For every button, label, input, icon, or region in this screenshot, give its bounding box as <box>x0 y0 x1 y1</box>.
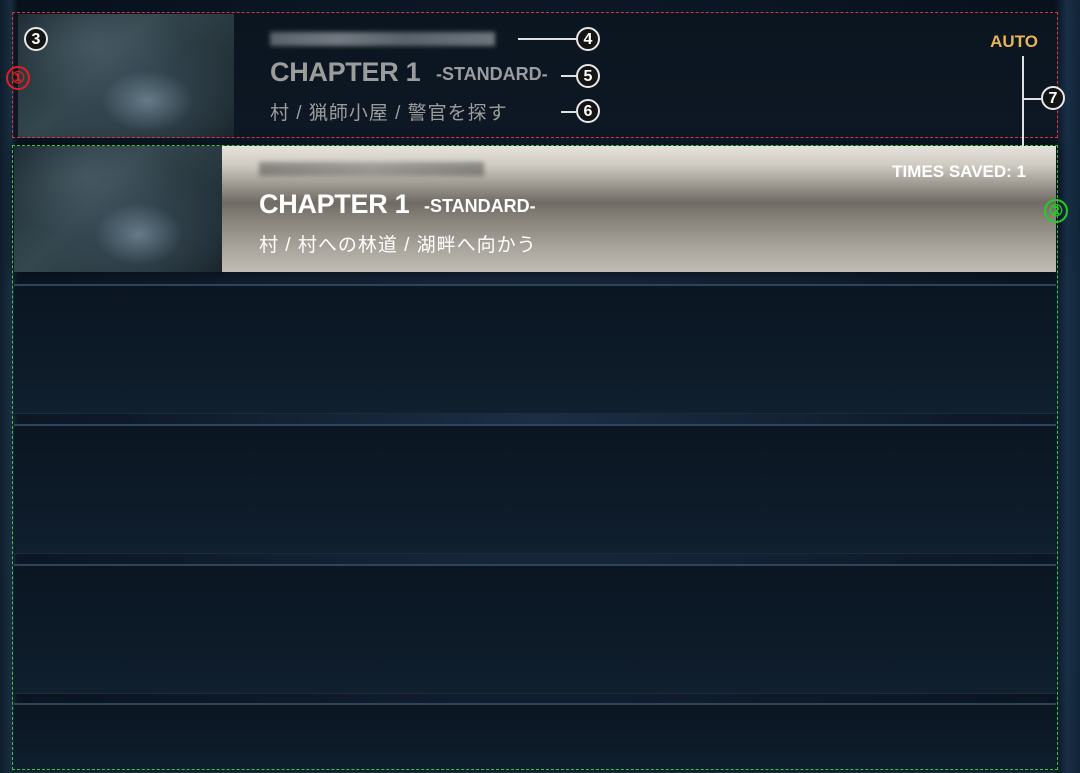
leader-line-6 <box>561 111 576 113</box>
auto-save-slot[interactable]: CHAPTER 1 -STANDARD- 村 / 猟師小屋 / 警官を探す AU… <box>14 14 1056 138</box>
location-label: 村 / 村への林道 / 湖畔へ向かう <box>259 235 537 256</box>
leader-line-4 <box>518 38 576 40</box>
callout-5: 5 <box>576 64 600 88</box>
save-datetime-blurred <box>270 32 495 46</box>
callout-6: 6 <box>576 99 600 123</box>
save-thumbnail <box>18 14 234 138</box>
empty-save-slot[interactable] <box>14 564 1056 694</box>
background-trees-right <box>1054 0 1080 773</box>
difficulty-label: -STANDARD- <box>424 196 536 216</box>
chapter-label: CHAPTER 1 <box>259 189 410 219</box>
callout-1: ① <box>6 66 30 90</box>
location-label: 村 / 猟師小屋 / 警官を探す <box>270 103 508 124</box>
leader-line-7-horizontal <box>1022 98 1041 100</box>
difficulty-label: -STANDARD- <box>436 64 548 84</box>
auto-badge: AUTO <box>990 32 1038 51</box>
times-saved-label: TIMES SAVED: 1 <box>892 162 1026 181</box>
callout-2: ② <box>1044 199 1068 223</box>
save-datetime-blurred <box>259 162 484 176</box>
empty-save-slot[interactable] <box>14 284 1056 414</box>
empty-save-slot[interactable] <box>14 424 1056 554</box>
save-thumbnail <box>14 146 222 272</box>
callout-7: 7 <box>1041 86 1065 110</box>
empty-save-slot[interactable] <box>14 703 1056 773</box>
callout-3: 3 <box>24 27 48 51</box>
leader-line-7-vertical <box>1022 56 1024 153</box>
chapter-label: CHAPTER 1 <box>270 57 421 87</box>
save-slot-selected[interactable]: CHAPTER 1 -STANDARD- 村 / 村への林道 / 湖畔へ向かう … <box>14 146 1056 272</box>
leader-line-5 <box>561 75 576 77</box>
callout-4: 4 <box>576 27 600 51</box>
